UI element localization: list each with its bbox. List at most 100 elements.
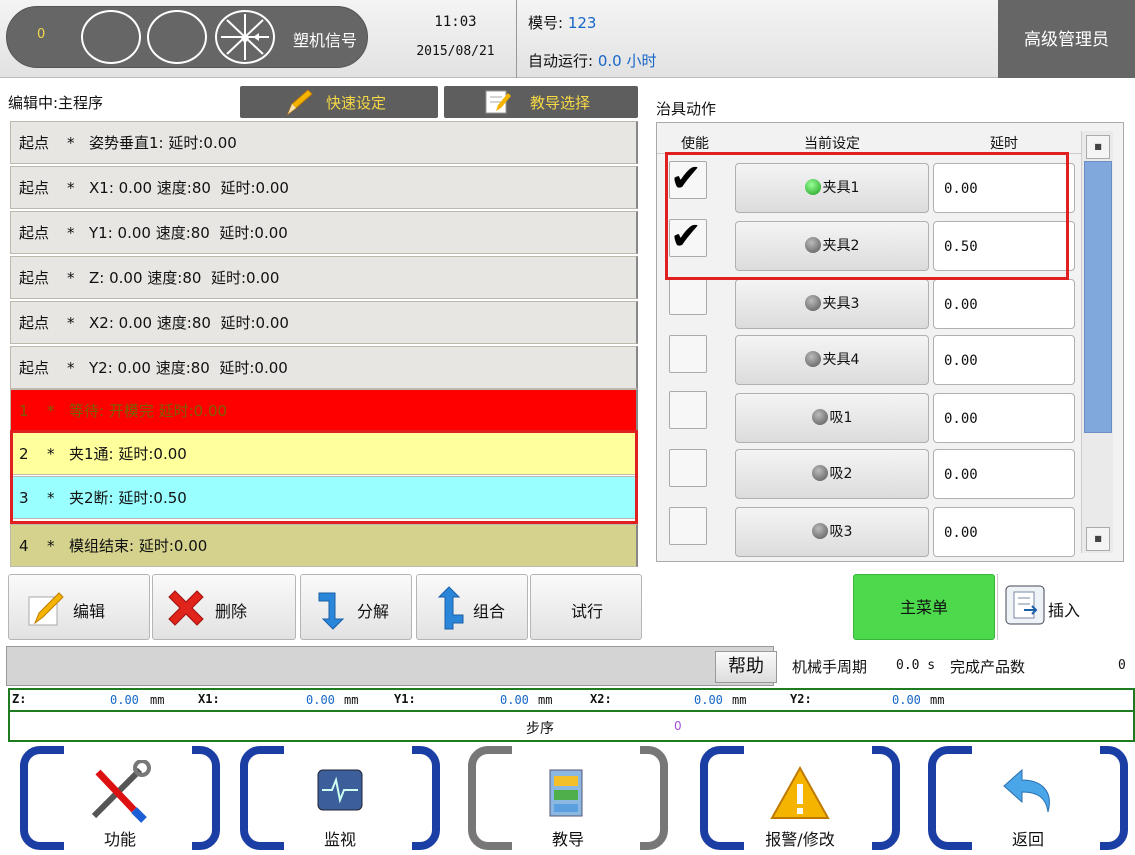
col-current: 当前设定 bbox=[804, 136, 860, 152]
step-label: 步序 bbox=[526, 721, 554, 737]
row-step: 起点 bbox=[19, 314, 50, 332]
combine-label: 组合 bbox=[473, 602, 506, 621]
highlight-box bbox=[10, 430, 638, 524]
step-value: 0 bbox=[674, 719, 682, 733]
row-mark: * bbox=[67, 269, 75, 287]
done-count-label: 完成产品数 bbox=[950, 658, 1026, 676]
y1-unit: mm bbox=[538, 693, 553, 707]
edit-pencil-icon bbox=[28, 592, 64, 626]
enable-checkbox[interactable] bbox=[669, 507, 707, 545]
z-value: 0.00 bbox=[110, 693, 139, 707]
fixture-label: 吸2 bbox=[829, 466, 853, 482]
row-mark: * bbox=[67, 359, 75, 377]
enable-checkbox[interactable] bbox=[669, 391, 707, 429]
pencil-icon bbox=[286, 89, 313, 116]
warning-icon bbox=[770, 765, 830, 819]
y2-unit: mm bbox=[930, 693, 945, 707]
split-button[interactable]: 分解 bbox=[300, 574, 412, 640]
program-row[interactable]: 起点 * Z: 0.00 速度:80 延时:0.00 bbox=[10, 256, 638, 299]
x1-value: 0.00 bbox=[306, 693, 335, 707]
program-row[interactable]: 起点 * Y1: 0.00 速度:80 延时:0.00 bbox=[10, 211, 638, 254]
trial-run-button[interactable]: 试行 bbox=[530, 574, 642, 640]
combine-button[interactable]: 组合 bbox=[416, 574, 528, 640]
cabinet-icon bbox=[549, 769, 583, 817]
fixture-label: 吸1 bbox=[829, 410, 853, 426]
back-arrow-icon bbox=[1003, 768, 1050, 813]
quick-set-button[interactable]: 快速设定 bbox=[240, 86, 438, 118]
delay-field[interactable]: 0.00 bbox=[933, 335, 1075, 385]
clock-date: 2015/08/21 bbox=[416, 44, 495, 59]
cycle-value: 0.0 s bbox=[896, 658, 936, 673]
enable-checkbox[interactable] bbox=[669, 449, 707, 487]
fixture-button[interactable]: 夹具3 bbox=[735, 279, 929, 329]
scroll-down-button[interactable]: ■ bbox=[1086, 527, 1110, 551]
scroll-up-button[interactable]: ■ bbox=[1086, 135, 1110, 159]
row-step: 起点 bbox=[19, 179, 50, 197]
plastic-machine-signal-label: 塑机信号 bbox=[293, 31, 358, 50]
gray-led-icon bbox=[804, 351, 821, 367]
datetime: 11:03 2015/08/21 bbox=[398, 0, 513, 78]
autorun-label: 自动运行: bbox=[528, 52, 594, 70]
program-row[interactable]: 起点 * 姿势垂直1: 延时:0.00 bbox=[10, 121, 638, 164]
signal-arrows-icon bbox=[215, 10, 275, 64]
combine-arrow-icon bbox=[437, 586, 464, 630]
red-x-icon bbox=[168, 590, 204, 626]
nav-monitor[interactable]: 监视 bbox=[240, 746, 440, 850]
nav-alarm[interactable]: 报警/修改 bbox=[700, 746, 900, 850]
nav-back-label: 返回 bbox=[1011, 830, 1044, 849]
mold-value: 123 bbox=[567, 14, 597, 32]
trial-label: 试行 bbox=[570, 602, 603, 621]
fixture-button[interactable]: 吸3 bbox=[735, 507, 929, 557]
signal-circle-2-icon bbox=[147, 10, 207, 64]
help-button[interactable]: 帮助 bbox=[715, 651, 777, 683]
y2-value: 0.00 bbox=[892, 693, 921, 707]
nav-back[interactable]: 返回 bbox=[928, 746, 1128, 850]
nav-function[interactable]: 功能 bbox=[20, 746, 220, 850]
program-row[interactable]: 4 * 模组结束: 延时:0.00 bbox=[10, 524, 638, 567]
fixture-title: 治具动作 bbox=[656, 100, 717, 118]
z-label: Z: bbox=[12, 692, 27, 706]
delete-button[interactable]: 删除 bbox=[152, 574, 296, 640]
row-text: X1: 0.00 速度:80 延时:0.00 bbox=[89, 179, 289, 197]
axis-coordinates: Z: 0.00 mm X1: 0.00 mm Y1: 0.00 mm X2: 0… bbox=[8, 688, 1135, 712]
fixture-button[interactable]: 吸2 bbox=[735, 449, 929, 499]
program-row[interactable]: 起点 * X1: 0.00 速度:80 延时:0.00 bbox=[10, 166, 638, 209]
teach-select-button[interactable]: 教导选择 bbox=[444, 86, 638, 118]
enable-checkbox[interactable] bbox=[669, 277, 707, 315]
nav-alarm-label: 报警/修改 bbox=[765, 830, 835, 849]
delay-field[interactable]: 0.00 bbox=[933, 449, 1075, 499]
insert-doc-icon bbox=[1005, 585, 1045, 625]
z-unit: mm bbox=[150, 693, 165, 707]
program-row[interactable]: 起点 * Y2: 0.00 速度:80 延时:0.00 bbox=[10, 346, 638, 389]
program-row-selected[interactable]: 1 * 等待: 开模完 延时:0.00 bbox=[10, 389, 638, 432]
monitor-icon bbox=[317, 769, 363, 811]
signal-circle-1-icon bbox=[81, 10, 141, 64]
edit-button[interactable]: 编辑 bbox=[8, 574, 150, 640]
row-mark: * bbox=[47, 537, 55, 555]
nav-teach[interactable]: 教导 bbox=[468, 746, 668, 850]
row-text: Y2: 0.00 速度:80 延时:0.00 bbox=[89, 359, 288, 377]
row-mark: * bbox=[67, 314, 75, 332]
insert-button[interactable]: 插入 bbox=[997, 574, 1135, 640]
delay-field[interactable]: 0.00 bbox=[933, 507, 1075, 557]
x2-unit: mm bbox=[732, 693, 747, 707]
fixture-scrollbar[interactable]: ■ ■ bbox=[1081, 131, 1113, 553]
row-mark: * bbox=[67, 224, 75, 242]
user-level-button[interactable]: 高级管理员 bbox=[998, 0, 1135, 78]
main-menu-button[interactable]: 主菜单 bbox=[853, 574, 995, 640]
program-row[interactable]: 起点 * X2: 0.00 速度:80 延时:0.00 bbox=[10, 301, 638, 344]
auto-run-time: 自动运行: 0.0 小时 bbox=[528, 50, 657, 71]
insert-label: 插入 bbox=[1048, 601, 1081, 620]
row-mark: * bbox=[67, 134, 75, 152]
nav-teach-label: 教导 bbox=[551, 830, 584, 849]
scroll-thumb[interactable] bbox=[1084, 161, 1112, 433]
delay-field[interactable]: 0.00 bbox=[933, 393, 1075, 443]
delay-field[interactable]: 0.00 bbox=[933, 279, 1075, 329]
top-status-bar: 0 塑机信号 11:03 2015/08/21 模号: 123 自动运行: 0.… bbox=[0, 0, 1135, 78]
fixture-button[interactable]: 吸1 bbox=[735, 393, 929, 443]
enable-checkbox[interactable] bbox=[669, 335, 707, 373]
x2-label: X2: bbox=[590, 692, 612, 706]
fixture-button[interactable]: 夹具4 bbox=[735, 335, 929, 385]
done-count-value: 0 bbox=[1118, 658, 1126, 673]
quick-set-label: 快速设定 bbox=[326, 94, 387, 112]
